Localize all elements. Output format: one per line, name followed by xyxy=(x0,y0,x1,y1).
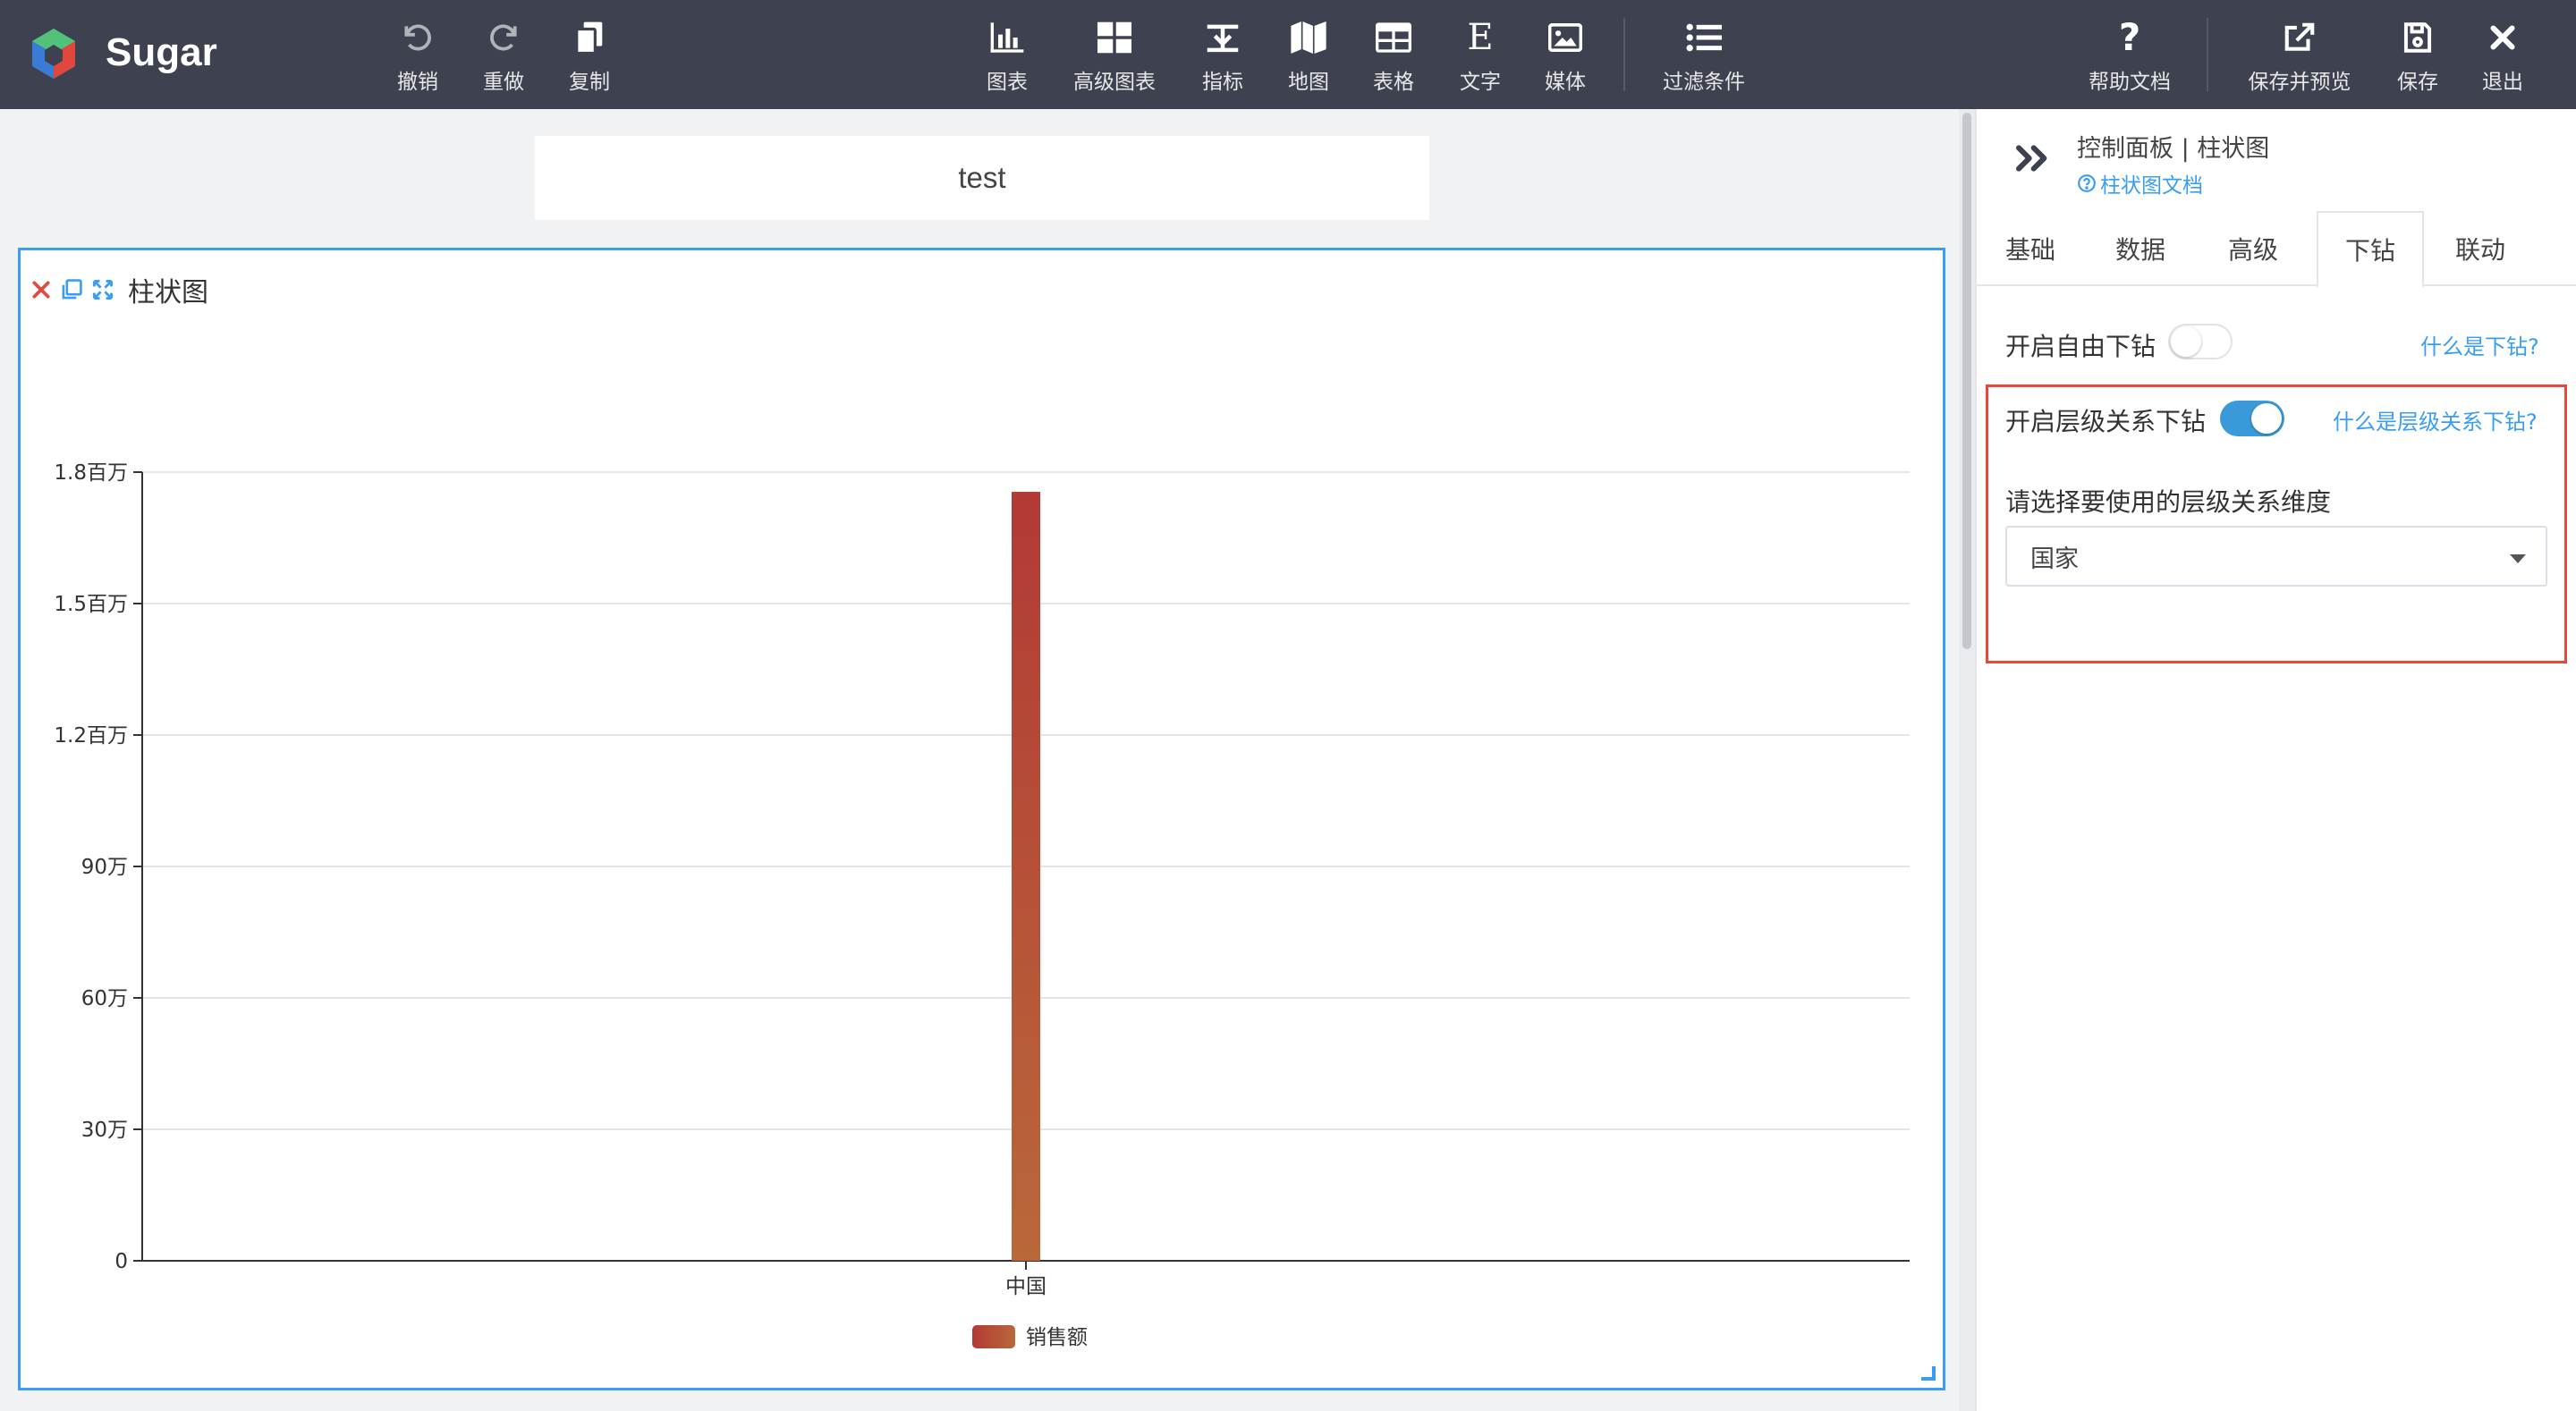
tab-advanced[interactable]: 高级 xyxy=(2197,211,2309,286)
y-tick-label: 60万 xyxy=(81,987,128,1010)
legend-swatch xyxy=(972,1325,1015,1348)
sugar-logo-icon xyxy=(32,29,75,79)
metric-label: 指标 xyxy=(1202,71,1243,94)
text-button[interactable]: E 文字 xyxy=(1460,14,1501,97)
table-label: 表格 xyxy=(1373,71,1414,94)
legend-label: 销售额 xyxy=(1026,1326,1088,1349)
resize-handle[interactable] xyxy=(1921,1366,1936,1381)
hier-drill-toggle[interactable] xyxy=(2220,401,2284,436)
control-panel: 控制面板 | 柱状图 柱状图文档 基础 数据 高级 下钻 联动 开启自由下钻 什… xyxy=(1975,109,2576,1411)
help-label: 帮助文档 xyxy=(2089,71,2171,94)
y-tick-label: 30万 xyxy=(81,1119,128,1142)
exit-label: 退出 xyxy=(2482,71,2523,94)
save-button[interactable]: 保存 xyxy=(2397,14,2438,97)
undo-label: 撤销 xyxy=(397,71,438,94)
tab-drilldown[interactable]: 下钻 xyxy=(2317,211,2424,288)
panel-tabs: 基础 数据 高级 下钻 联动 xyxy=(1977,211,2576,288)
metric-icon xyxy=(1207,24,1239,53)
map-icon xyxy=(1291,21,1326,54)
tab-linkage[interactable]: 联动 xyxy=(2424,211,2537,286)
x-tick-label: 中国 xyxy=(1005,1275,1046,1298)
toolbar-divider xyxy=(2207,18,2208,91)
media-button[interactable]: 媒体 xyxy=(1545,14,1586,97)
metric-button[interactable]: 指标 xyxy=(1201,14,1244,97)
top-toolbar: Sugar 撤销 重做 复制 图表 高级图表 指标 地图 表格 E 文字 媒体 xyxy=(0,0,2576,109)
y-tick-label: 90万 xyxy=(81,856,128,879)
filter-label: 过滤条件 xyxy=(1663,71,1745,94)
bar xyxy=(1012,492,1040,1261)
toggle-knob xyxy=(2171,326,2201,357)
save-preview-button[interactable]: 保存并预览 xyxy=(2246,14,2353,97)
chart-button[interactable]: 图表 xyxy=(987,14,1028,97)
adv-chart-button[interactable]: 高级图表 xyxy=(1072,14,1157,97)
redo-button[interactable]: 重做 xyxy=(483,14,524,97)
image-icon xyxy=(1548,23,1582,52)
free-drill-label: 开启自由下钻 xyxy=(2005,332,2157,361)
text-icon: E xyxy=(1467,17,1494,58)
y-tick-label: 1.8百万 xyxy=(54,461,128,485)
canvas-scrollbar-thumb[interactable] xyxy=(1962,113,1971,649)
collapse-panel-icon[interactable] xyxy=(2014,143,2050,173)
undo-icon xyxy=(404,24,431,51)
copy-icon xyxy=(575,21,603,55)
brand-name: Sugar xyxy=(106,30,217,74)
grid-icon xyxy=(1097,21,1131,54)
dimension-label: 请选择要使用的层级关系维度 xyxy=(2005,487,2332,517)
dashboard-canvas: test 柱状图 0 30万 60万 90万 1.2百万 1.5百万 1.8百万 中国 销售额 xyxy=(0,109,1959,1411)
free-drill-toggle[interactable] xyxy=(2168,324,2233,359)
map-label: 地图 xyxy=(1288,71,1329,94)
panel-title: 控制面板 | 柱状图 xyxy=(2077,135,2270,163)
what-is-drill-link[interactable]: 什么是下钻? xyxy=(2420,329,2539,360)
save-label: 保存 xyxy=(2397,71,2438,94)
media-label: 媒体 xyxy=(1545,71,1586,94)
hier-drill-label: 开启层级关系下钻 xyxy=(2005,407,2207,436)
save-preview-label: 保存并预览 xyxy=(2248,71,2351,94)
question-icon: ? xyxy=(2118,15,2141,59)
toolbar-divider xyxy=(1623,18,1625,91)
filter-button[interactable]: 过滤条件 xyxy=(1661,14,1747,97)
redo-icon xyxy=(490,24,517,51)
chart-widget[interactable]: 柱状图 0 30万 60万 90万 1.2百万 1.5百万 1.8百万 中国 销售额 xyxy=(18,248,1945,1390)
help-button[interactable]: ? 帮助文档 xyxy=(2087,14,2173,97)
close-icon xyxy=(2490,25,2515,50)
chevron-down-icon xyxy=(2510,554,2526,563)
bar-chart-icon xyxy=(990,22,1024,53)
dimension-select[interactable]: 国家 xyxy=(2005,526,2547,587)
what-is-hier-drill-link[interactable]: 什么是层级关系下钻? xyxy=(2333,404,2538,435)
page-title[interactable]: test xyxy=(535,136,1429,220)
text-label: 文字 xyxy=(1460,71,1501,94)
chart-doc-link[interactable]: 柱状图文档 xyxy=(2077,168,2203,199)
y-tick-label: 1.5百万 xyxy=(54,593,128,616)
tab-basic[interactable]: 基础 xyxy=(1977,211,2084,286)
toggle-knob xyxy=(2251,403,2282,434)
tab-data[interactable]: 数据 xyxy=(2084,211,2197,286)
y-tick-label: 1.2百万 xyxy=(54,724,128,748)
save-icon xyxy=(2403,22,2432,53)
exit-button[interactable]: 退出 xyxy=(2482,14,2523,97)
adv-chart-label: 高级图表 xyxy=(1073,71,1156,94)
dimension-select-value: 国家 xyxy=(2030,545,2079,573)
bar-chart: 0 30万 60万 90万 1.2百万 1.5百万 1.8百万中国销售额 xyxy=(54,461,1910,1349)
redo-label: 重做 xyxy=(483,71,524,94)
undo-button[interactable]: 撤销 xyxy=(397,14,438,97)
table-icon xyxy=(1376,22,1411,53)
list-icon xyxy=(1686,23,1722,52)
chart-label: 图表 xyxy=(987,71,1028,94)
panel-header: 控制面板 | 柱状图 柱状图文档 xyxy=(1977,109,2576,211)
help-circle-icon xyxy=(2078,174,2096,192)
map-button[interactable]: 地图 xyxy=(1288,14,1329,97)
y-tick-label: 0 xyxy=(114,1250,128,1273)
table-button[interactable]: 表格 xyxy=(1373,14,1414,97)
copy-button[interactable]: 复制 xyxy=(569,14,610,97)
copy-label: 复制 xyxy=(569,71,610,94)
external-link-icon xyxy=(2284,22,2315,51)
chart-doc-link-label: 柱状图文档 xyxy=(2100,174,2203,198)
